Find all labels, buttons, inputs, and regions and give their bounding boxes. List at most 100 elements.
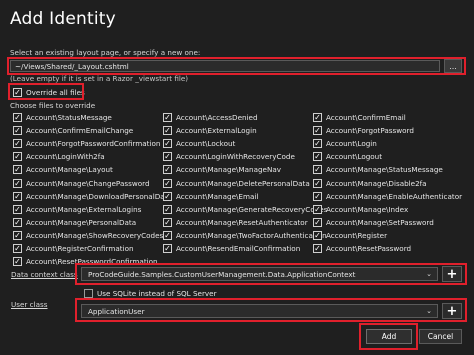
file-checkbox[interactable]: ✓ <box>163 204 172 214</box>
data-context-select[interactable]: ProCodeGuide.Samples.CustomUserManagemen… <box>81 267 438 281</box>
file-checkbox-label: Account\ForgotPasswordConfirmation <box>26 139 161 149</box>
chevron-down-icon: ⌄ <box>426 270 432 278</box>
file-checkbox[interactable]: ✓ <box>313 152 322 162</box>
check-icon: ✓ <box>314 126 321 136</box>
file-checkbox-label: Account\StatusMessage <box>26 113 112 122</box>
file-checkbox[interactable]: ✓ <box>313 217 322 227</box>
file-checkbox[interactable]: ✓ <box>13 126 22 136</box>
file-checkbox-label: Account\Manage\DownloadPersonalData <box>26 191 172 201</box>
check-icon: ✓ <box>164 204 171 214</box>
file-checkbox-label: Account\Manage\ResetAuthenticator <box>176 217 308 227</box>
check-icon: ✓ <box>14 230 21 240</box>
file-checkbox[interactable]: ✓ <box>163 217 172 227</box>
file-checkbox-label: Account\RegisterConfirmation <box>26 244 134 253</box>
file-checkbox[interactable]: ✓ <box>13 244 22 253</box>
sqlite-checkbox[interactable] <box>84 289 93 298</box>
file-checkbox-label: Account\Manage\ManageNav <box>176 165 281 175</box>
check-icon: ✓ <box>14 244 21 253</box>
file-checkbox-label: Account\AccessDenied <box>176 113 258 122</box>
file-checkbox[interactable]: ✓ <box>313 113 322 122</box>
check-icon: ✓ <box>314 230 321 240</box>
check-icon: ✓ <box>314 191 321 201</box>
file-checkbox-label: Account\Manage\TwoFactorAuthentication <box>176 230 327 240</box>
check-icon: ✓ <box>164 178 171 188</box>
file-checkbox-label: Account\Manage\DeletePersonalData <box>176 178 310 188</box>
dialog-title: Add Identity <box>10 9 116 29</box>
file-checkbox-label: Account\Manage\Layout <box>26 165 113 175</box>
file-checkbox[interactable]: ✓ <box>313 244 322 253</box>
file-checkbox[interactable]: ✓ <box>163 191 172 201</box>
file-checkbox-label: Account\Manage\SetPassword <box>326 217 434 227</box>
file-checkbox[interactable]: ✓ <box>163 139 172 149</box>
file-checkbox-label: Account\Manage\Disable2fa <box>326 178 427 188</box>
sqlite-label: Use SQLite instead of SQL Server <box>97 289 217 298</box>
layout-label: Select an existing layout page, or speci… <box>10 48 201 57</box>
check-icon: ✓ <box>314 152 321 162</box>
user-class-select[interactable]: ApplicationUser ⌄ <box>81 304 438 318</box>
file-checkbox-label: Account\Manage\StatusMessage <box>326 165 443 175</box>
file-checkbox[interactable]: ✓ <box>163 244 172 253</box>
check-icon: ✓ <box>164 191 171 201</box>
file-checkbox-label: Account\ConfirmEmailChange <box>26 126 134 136</box>
layout-input[interactable]: ~/Views/Shared/_Layout.cshtml <box>10 60 440 72</box>
file-checkbox[interactable]: ✓ <box>313 126 322 136</box>
check-icon: ✓ <box>14 204 21 214</box>
file-checkbox-label: Account\Manage\EnableAuthenticator <box>326 191 463 201</box>
file-checkbox[interactable]: ✓ <box>13 230 22 240</box>
file-checkbox[interactable]: ✓ <box>163 152 172 162</box>
check-icon: ✓ <box>14 126 21 136</box>
add-button[interactable]: Add <box>366 329 412 344</box>
file-checkbox[interactable]: ✓ <box>163 126 172 136</box>
file-checkbox[interactable]: ✓ <box>313 178 322 188</box>
file-checkbox-label: Account\Manage\ChangePassword <box>26 178 150 188</box>
check-icon: ✓ <box>14 88 21 97</box>
file-checkbox-label: Account\ForgotPassword <box>326 126 414 136</box>
browse-button[interactable]: ... <box>444 59 462 73</box>
file-checkbox[interactable]: ✓ <box>313 230 322 240</box>
file-checkbox[interactable]: ✓ <box>313 139 322 149</box>
add-data-context-button[interactable]: + <box>442 266 462 282</box>
file-checkbox[interactable]: ✓ <box>13 178 22 188</box>
check-icon: ✓ <box>164 217 171 227</box>
file-checkbox[interactable]: ✓ <box>13 113 22 122</box>
file-checkbox[interactable]: ✓ <box>13 152 22 162</box>
file-checkbox-label: Account\Manage\ShowRecoveryCodes <box>26 230 164 240</box>
check-icon: ✓ <box>14 178 21 188</box>
file-checkbox[interactable]: ✓ <box>163 230 172 240</box>
file-checkbox[interactable]: ✓ <box>13 204 22 214</box>
add-user-class-button[interactable]: + <box>442 303 462 319</box>
file-checkbox-label: Account\ResetPasswordConfirmation <box>26 257 158 267</box>
file-checkbox[interactable]: ✓ <box>163 113 172 122</box>
check-icon: ✓ <box>314 165 321 175</box>
override-checkbox[interactable]: ✓ <box>13 88 22 97</box>
check-icon: ✓ <box>14 152 21 162</box>
file-checkbox[interactable]: ✓ <box>313 191 322 201</box>
override-label: Override all files <box>26 88 85 97</box>
check-icon: ✓ <box>314 178 321 188</box>
cancel-button[interactable]: Cancel <box>419 329 462 344</box>
file-checkbox-label: Account\ResetPassword <box>326 244 412 253</box>
file-checkbox[interactable]: ✓ <box>13 139 22 149</box>
file-checkbox[interactable]: ✓ <box>13 257 22 267</box>
check-icon: ✓ <box>14 217 21 227</box>
data-context-label: Data context class <box>11 270 78 279</box>
file-checkbox[interactable]: ✓ <box>313 165 322 175</box>
file-checkbox-label: Account\Manage\Index <box>326 204 409 214</box>
check-icon: ✓ <box>164 126 171 136</box>
file-checkbox[interactable]: ✓ <box>13 165 22 175</box>
plus-icon: + <box>446 303 458 319</box>
file-checkbox-label: Account\Lockout <box>176 139 236 149</box>
files-label: Choose files to override <box>10 101 96 110</box>
file-checkbox-label: Account\Logout <box>326 152 383 162</box>
check-icon: ✓ <box>164 113 171 122</box>
file-checkbox[interactable]: ✓ <box>13 217 22 227</box>
file-checkbox[interactable]: ✓ <box>313 204 322 214</box>
file-checkbox[interactable]: ✓ <box>13 191 22 201</box>
check-icon: ✓ <box>14 257 21 267</box>
check-icon: ✓ <box>314 113 321 122</box>
check-icon: ✓ <box>14 191 21 201</box>
plus-icon: + <box>446 266 458 282</box>
file-checkbox[interactable]: ✓ <box>163 178 172 188</box>
check-icon: ✓ <box>314 217 321 227</box>
file-checkbox[interactable]: ✓ <box>163 165 172 175</box>
